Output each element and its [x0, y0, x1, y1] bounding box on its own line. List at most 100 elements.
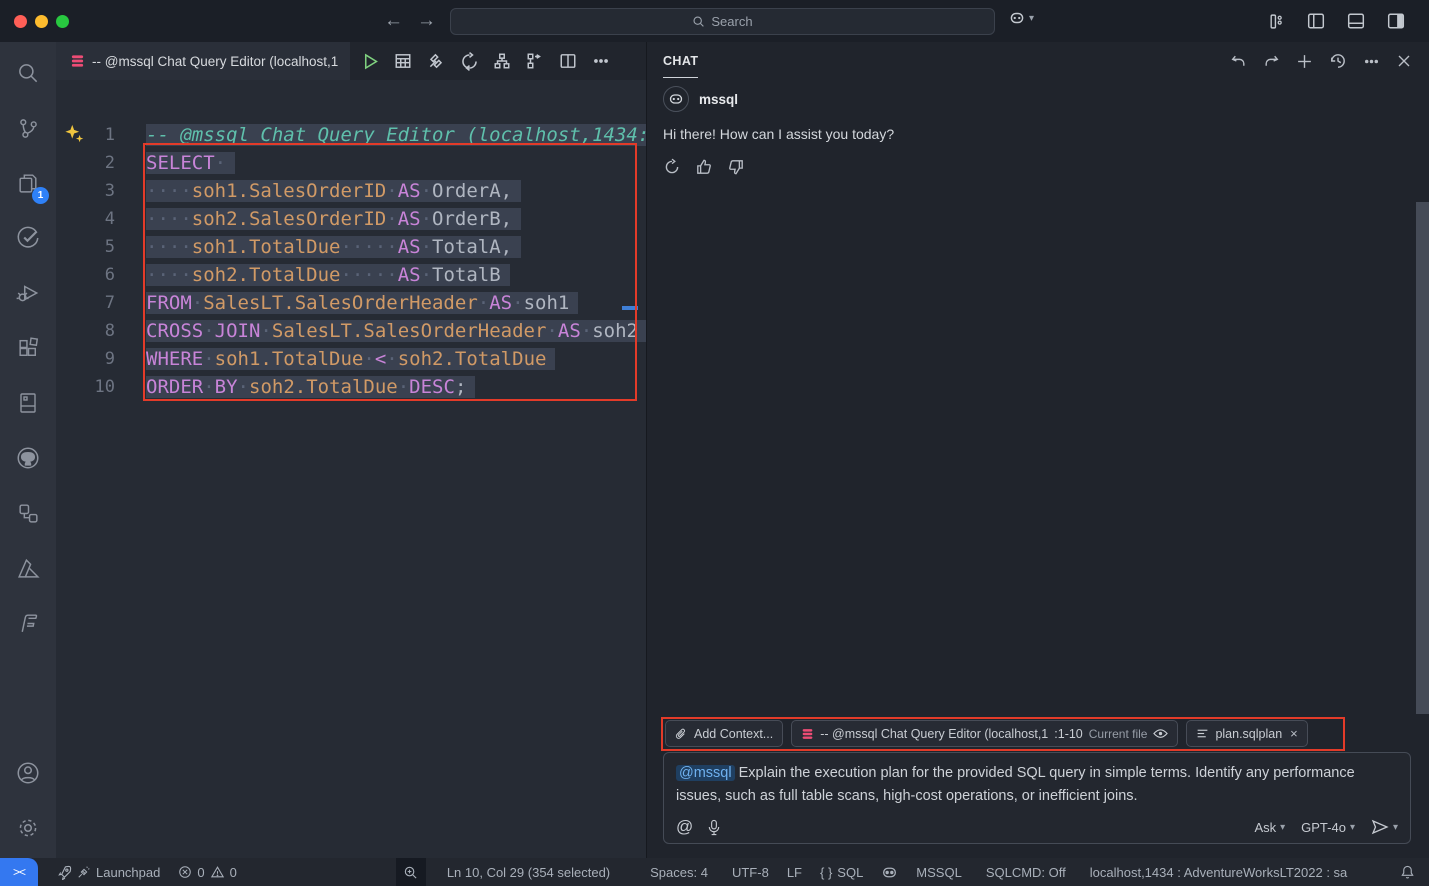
chat-scrollbar[interactable]: [1416, 202, 1429, 714]
linked-objects-icon[interactable]: [4, 489, 52, 537]
connection-item[interactable]: localhost,1434 : AdventureWorksLT2022 : …: [1081, 858, 1357, 886]
extensions-icon[interactable]: [4, 324, 52, 372]
forward-icon[interactable]: →: [417, 10, 436, 32]
mention-context-icon[interactable]: @: [676, 817, 693, 837]
fabric-icon[interactable]: [4, 599, 52, 647]
code-line[interactable]: 7FROM·SalesLT.SalesOrderHeader·AS·soh1: [56, 289, 646, 317]
database-icon: [70, 53, 85, 69]
code-line[interactable]: 1-- @mssql Chat Query Editor (localhost,…: [56, 121, 646, 149]
cursor-position-item[interactable]: Ln 10, Col 29 (354 selected): [438, 858, 619, 886]
microphone-icon[interactable]: [707, 819, 721, 836]
toggle-panel-icon[interactable]: [1347, 12, 1365, 30]
code-line[interactable]: 5····soh1.TotalDue·····AS·TotalA,: [56, 233, 646, 261]
plan-file-chip[interactable]: plan.sqlplan ×: [1186, 720, 1307, 747]
code-line[interactable]: 8CROSS·JOIN·SalesLT.SalesOrderHeader·AS·…: [56, 317, 646, 345]
chat-more-icon[interactable]: [1363, 53, 1380, 70]
code-line[interactable]: 3····soh1.SalesOrderID·AS·OrderA,: [56, 177, 646, 205]
settings-gear-icon[interactable]: [4, 804, 52, 852]
code-line[interactable]: 6····soh2.TotalDue·····AS·TotalB: [56, 261, 646, 289]
eye-icon[interactable]: [1153, 727, 1168, 740]
mode-dropdown[interactable]: Ask▾: [1254, 820, 1285, 835]
launchpad-item[interactable]: Launchpad: [48, 858, 169, 886]
current-file-suffix: Current file: [1089, 727, 1148, 741]
chat-input-box[interactable]: @mssql Explain the execution plan for th…: [663, 752, 1411, 844]
github-icon[interactable]: [4, 434, 52, 482]
model-dropdown[interactable]: GPT-4o▾: [1301, 820, 1355, 835]
code-line[interactable]: 4····soh2.SalesOrderID·AS·OrderB,: [56, 205, 646, 233]
chevron-down-icon: ▾: [1029, 13, 1034, 24]
remote-indicator[interactable]: ><: [0, 858, 38, 886]
indentation-item[interactable]: Spaces: 4: [641, 858, 717, 886]
problems-item[interactable]: 0 0: [169, 858, 245, 886]
thumbs-down-icon[interactable]: [727, 158, 745, 176]
split-editor-icon[interactable]: [556, 49, 580, 73]
chat-tab[interactable]: CHAT: [663, 45, 698, 78]
eol-item[interactable]: LF: [778, 858, 811, 886]
mssql-avatar: [663, 86, 689, 112]
paperclip-icon: [675, 727, 688, 741]
minimize-window-button[interactable]: [35, 15, 48, 28]
run-debug-icon[interactable]: [4, 269, 52, 317]
language-item[interactable]: { }SQL: [811, 858, 872, 886]
account-icon[interactable]: [4, 749, 52, 797]
current-file-chip[interactable]: -- @mssql Chat Query Editor (localhost,1…: [791, 720, 1178, 747]
task-check-icon[interactable]: [4, 214, 52, 262]
search-view-icon[interactable]: [4, 49, 52, 97]
regenerate-icon[interactable]: [663, 158, 681, 176]
editor-tab[interactable]: -- @mssql Chat Query Editor (localhost,1: [56, 42, 350, 80]
mssql-item[interactable]: MSSQL: [907, 858, 971, 886]
add-context-chip[interactable]: Add Context...: [665, 720, 783, 747]
chevron-down-icon: ▾: [1393, 822, 1398, 833]
redo-icon[interactable]: [1263, 53, 1280, 70]
errors-count: 0: [197, 865, 204, 880]
close-window-button[interactable]: [14, 15, 27, 28]
chat-input-text[interactable]: @mssql Explain the execution plan for th…: [664, 753, 1410, 808]
close-chat-icon[interactable]: [1396, 53, 1412, 69]
notifications-bell-icon[interactable]: [1391, 858, 1429, 886]
status-bar: >< Launchpad 0 0 Ln 10, Col 29 (354 sele…: [0, 858, 1429, 886]
run-query-button[interactable]: [358, 49, 382, 73]
chevron-down-icon: ▾: [1280, 822, 1285, 833]
mssql-mention-chip: @mssql: [676, 765, 735, 781]
more-actions-icon[interactable]: [589, 49, 613, 73]
results-grid-icon[interactable]: [391, 49, 415, 73]
line-number: 9: [56, 349, 115, 369]
back-icon[interactable]: ←: [384, 10, 403, 32]
new-chat-icon[interactable]: [1296, 53, 1313, 70]
send-button[interactable]: ▾: [1371, 819, 1398, 835]
thumbs-up-icon[interactable]: [695, 158, 713, 176]
explorer-copy-icon[interactable]: 1: [4, 159, 52, 207]
toggle-secondary-sidebar-icon[interactable]: [1387, 12, 1405, 30]
line-number: 7: [56, 293, 115, 313]
zoom-window-button[interactable]: [56, 15, 69, 28]
remove-chip-icon[interactable]: ×: [1290, 726, 1298, 741]
rocket-icon: [57, 865, 72, 880]
zoom-indicator[interactable]: [396, 858, 426, 886]
title-bar: ← → Search ▾: [0, 0, 1429, 42]
line-number: 2: [56, 153, 115, 173]
source-control-icon[interactable]: [4, 104, 52, 152]
change-connection-icon[interactable]: [457, 49, 481, 73]
code-line[interactable]: 2SELECT·: [56, 149, 646, 177]
code-line[interactable]: 9WHERE·soh1.TotalDue·<·soh2.TotalDue: [56, 345, 646, 373]
connect-icon: [77, 865, 91, 879]
database-icon: [801, 727, 814, 741]
chat-history-icon[interactable]: [1329, 52, 1347, 70]
disconnect-icon[interactable]: [424, 49, 448, 73]
command-center-search[interactable]: Search: [450, 8, 995, 35]
line-number: 5: [56, 237, 115, 257]
code-line[interactable]: 10ORDER·BY·soh2.TotalDue·DESC;: [56, 373, 646, 401]
encoding-item[interactable]: UTF-8: [723, 858, 778, 886]
sqlcmd-item[interactable]: SQLCMD: Off: [977, 858, 1075, 886]
copilot-status-icon[interactable]: [872, 858, 907, 886]
estimated-plan-icon[interactable]: [490, 49, 514, 73]
customize-layout-icon[interactable]: [1268, 13, 1285, 30]
code-editor[interactable]: 1-- @mssql Chat Query Editor (localhost,…: [56, 80, 646, 858]
azure-icon[interactable]: [4, 544, 52, 592]
toggle-primary-sidebar-icon[interactable]: [1307, 12, 1325, 30]
actual-plan-icon[interactable]: [523, 49, 547, 73]
copilot-menu-button[interactable]: ▾: [1008, 9, 1034, 27]
chat-message: mssql Hi there! How can I assist you tod…: [663, 86, 1403, 176]
undo-icon[interactable]: [1230, 53, 1247, 70]
database-projects-icon[interactable]: [4, 379, 52, 427]
